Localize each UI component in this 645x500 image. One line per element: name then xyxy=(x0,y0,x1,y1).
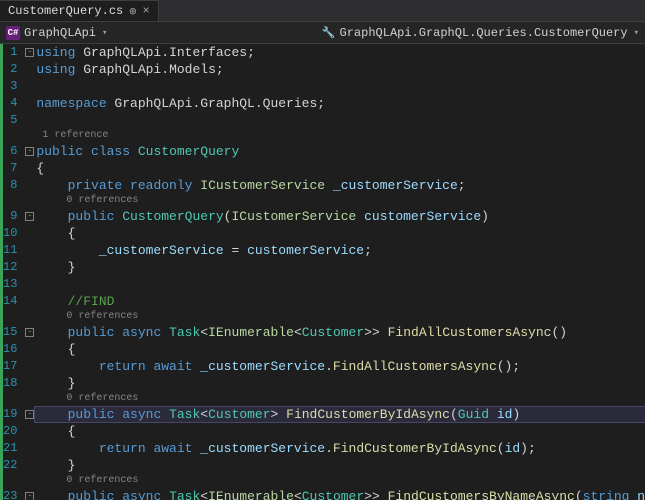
code-line xyxy=(34,78,645,95)
code-line: return await _customerService.FindAllCus… xyxy=(34,358,645,375)
code-line: { xyxy=(34,423,645,440)
code-line: { xyxy=(34,225,645,242)
project-dropdown[interactable]: C# GraphQLApi ▾ xyxy=(6,26,107,40)
code-line: public CustomerQuery(ICustomerService cu… xyxy=(34,208,645,225)
code-line: private readonly ICustomerService _custo… xyxy=(34,177,645,194)
close-icon[interactable]: × xyxy=(142,4,149,18)
fold-icon[interactable]: - xyxy=(25,410,34,419)
code-line: public async Task<IEnumerable<Customer>>… xyxy=(34,324,645,341)
line-number-gutter: 1 2 3 4 5 6 7 8 9 10 11 12 13 14 15 16 1… xyxy=(0,44,25,500)
code-line: public async Task<IEnumerable<Customer>>… xyxy=(34,488,645,500)
code-line: using GraphQLApi.Interfaces; xyxy=(34,44,645,61)
code-line: _customerService = customerService; xyxy=(34,242,645,259)
wrench-icon: 🔧 xyxy=(322,26,336,40)
code-line: namespace GraphQLApi.GraphQL.Queries; xyxy=(34,95,645,112)
codelens[interactable]: 0 references xyxy=(34,310,645,324)
navigation-bar: C# GraphQLApi ▾ 🔧 GraphQLApi.GraphQL.Que… xyxy=(0,22,645,44)
code-editor[interactable]: 1 2 3 4 5 6 7 8 9 10 11 12 13 14 15 16 1… xyxy=(0,44,645,500)
code-line: } xyxy=(34,259,645,276)
codelens[interactable]: 0 references xyxy=(34,474,645,488)
class-dropdown[interactable]: 🔧 GraphQLApi.GraphQL.Queries.CustomerQue… xyxy=(322,26,639,40)
code-line: } xyxy=(34,375,645,392)
code-line: return await _customerService.FindCustom… xyxy=(34,440,645,457)
file-tab[interactable]: CustomerQuery.cs ⊕ × xyxy=(0,0,159,21)
breadcrumb: GraphQLApi.GraphQL.Queries.CustomerQuery xyxy=(340,26,628,40)
codelens[interactable]: 0 references xyxy=(34,194,645,208)
fold-icon[interactable]: - xyxy=(25,328,34,337)
fold-icon[interactable]: - xyxy=(25,48,34,57)
code-line: //FIND xyxy=(34,293,645,310)
code-area[interactable]: using GraphQLApi.Interfaces; using Graph… xyxy=(34,44,645,500)
fold-icon[interactable]: - xyxy=(25,212,34,221)
csharp-icon: C# xyxy=(6,26,20,40)
tab-title: CustomerQuery.cs xyxy=(8,4,123,18)
code-line xyxy=(34,112,645,129)
code-line-current: public async Task<Customer> FindCustomer… xyxy=(34,406,645,423)
fold-icon[interactable]: - xyxy=(25,147,34,156)
fold-icon[interactable]: - xyxy=(25,492,34,500)
code-line: { xyxy=(34,160,645,177)
code-line: } xyxy=(34,457,645,474)
fold-gutter: - - - - - - xyxy=(25,44,34,500)
codelens[interactable]: 1 reference xyxy=(34,129,645,143)
code-line: public class CustomerQuery xyxy=(34,143,645,160)
tab-bar: CustomerQuery.cs ⊕ × xyxy=(0,0,645,22)
chevron-down-icon: ▾ xyxy=(634,28,639,38)
project-name: GraphQLApi xyxy=(24,26,96,40)
chevron-down-icon: ▾ xyxy=(102,28,107,38)
code-line xyxy=(34,276,645,293)
code-line: { xyxy=(34,341,645,358)
code-line: using GraphQLApi.Models; xyxy=(34,61,645,78)
codelens[interactable]: 0 references xyxy=(34,392,645,406)
pin-icon[interactable]: ⊕ xyxy=(129,4,136,19)
